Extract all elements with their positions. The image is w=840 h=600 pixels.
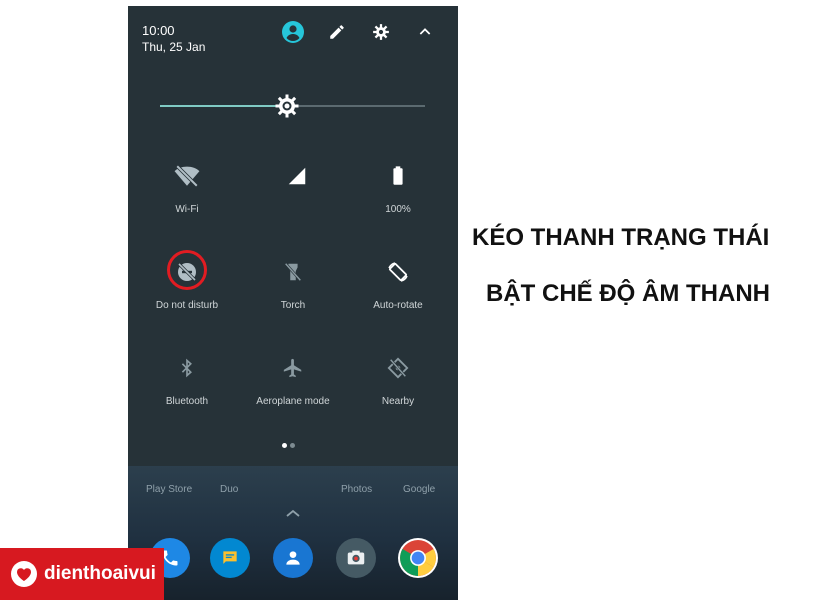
tile-bluetooth[interactable]: Bluetooth (132, 348, 242, 418)
brightness-thumb-icon[interactable] (275, 94, 299, 118)
phone-screen: 10:00 Thu, 25 Jan Wi-Fi 100% Do not dist… (128, 6, 458, 600)
caption-line-2: BẬT CHẾ ĐỘ ÂM THANH (486, 280, 770, 307)
tile-wifi-label: Wi-Fi (175, 204, 199, 215)
aeroplane-icon (273, 348, 313, 388)
brand-logo: dienthoaivui (0, 548, 164, 600)
bluetooth-icon (167, 348, 207, 388)
tile-auto-rotate-label: Auto-rotate (373, 300, 423, 311)
camera-icon[interactable] (336, 538, 376, 578)
page-dot-active (282, 443, 287, 448)
battery-icon (378, 156, 418, 196)
logo-text: dienthoaivui (44, 563, 156, 584)
tile-aeroplane-mode-label: Aeroplane mode (256, 396, 330, 407)
status-time: 10:00 (142, 23, 175, 38)
app-label-duo[interactable]: Duo (220, 484, 238, 495)
brightness-slider-fill (160, 105, 287, 107)
app-label-google[interactable]: Google (403, 484, 435, 495)
auto-rotate-icon (378, 252, 418, 292)
status-date: Thu, 25 Jan (142, 40, 206, 54)
caption-line-1: KÉO THANH TRẠNG THÁI (472, 224, 770, 251)
account-icon[interactable] (280, 19, 306, 45)
wifi-off-icon (167, 156, 207, 196)
torch-icon (273, 252, 313, 292)
tile-do-not-disturb-label: Do not disturb (155, 300, 219, 311)
tile-bluetooth-label: Bluetooth (165, 396, 209, 407)
app-label-photos[interactable]: Photos (341, 484, 372, 495)
messages-icon[interactable] (210, 538, 250, 578)
tile-auto-rotate[interactable]: Auto-rotate (343, 252, 453, 322)
collapse-chevron-icon[interactable] (412, 19, 438, 45)
home-screen: Play Store Duo Photos Google (128, 466, 458, 600)
cellular-signal-icon (277, 156, 317, 196)
contacts-icon[interactable] (273, 538, 313, 578)
heart-logo-icon (10, 560, 38, 588)
tile-battery[interactable]: 100% (343, 156, 453, 226)
app-label-play-store[interactable]: Play Store (146, 484, 192, 495)
tile-nearby[interactable]: Nearby (343, 348, 453, 418)
quick-settings-panel: 10:00 Thu, 25 Jan Wi-Fi 100% Do not dist… (128, 6, 458, 466)
tile-wifi[interactable]: Wi-Fi (132, 156, 242, 226)
tile-aeroplane-mode[interactable]: Aeroplane mode (238, 348, 348, 418)
tile-cellular[interactable] (242, 156, 352, 226)
page-indicator (282, 435, 298, 453)
chrome-icon[interactable] (398, 538, 438, 578)
tile-torch[interactable]: Torch (238, 252, 348, 322)
page-dot (290, 443, 295, 448)
tile-battery-label: 100% (385, 204, 411, 215)
nearby-icon (378, 348, 418, 388)
tile-nearby-label: Nearby (381, 396, 415, 407)
tile-torch-label: Torch (280, 300, 306, 311)
settings-icon[interactable] (368, 19, 394, 45)
do-not-disturb-icon (167, 252, 207, 292)
tile-do-not-disturb[interactable]: Do not disturb (132, 250, 242, 322)
app-drawer-chevron-icon[interactable] (283, 506, 303, 524)
edit-icon[interactable] (324, 19, 350, 45)
